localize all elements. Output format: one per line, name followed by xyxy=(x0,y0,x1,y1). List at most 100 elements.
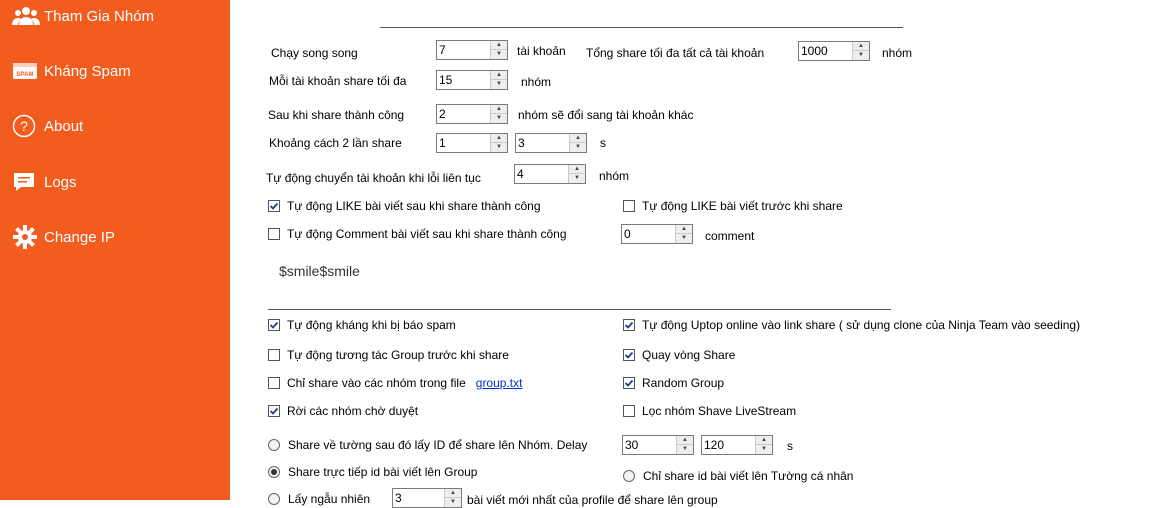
comment-count-stepper[interactable]: ▲▼ xyxy=(621,224,693,244)
spin-down-icon[interactable]: ▼ xyxy=(491,50,507,59)
only-file-groups-label: Chỉ share vào các nhóm trong file xyxy=(287,376,466,390)
delay-max-stepper[interactable]: ▲▼ xyxy=(701,435,773,455)
after-success-unit: nhóm sẽ đổi sang tài khoản khác xyxy=(518,108,694,122)
chat-icon xyxy=(12,170,40,194)
parallel-input[interactable] xyxy=(439,42,489,58)
checkbox-box[interactable] xyxy=(623,200,635,212)
total-share-input[interactable] xyxy=(801,43,851,59)
rotate-share-checkbox[interactable]: Quay vòng Share xyxy=(623,348,735,362)
spin-up-icon[interactable]: ▲ xyxy=(445,489,461,498)
rotate-share-label: Quay vòng Share xyxy=(642,348,736,362)
spin-down-icon[interactable]: ▼ xyxy=(676,234,692,243)
spin-up-icon[interactable]: ▲ xyxy=(491,134,507,143)
spin-up-icon[interactable]: ▲ xyxy=(677,436,693,445)
uptop-online-checkbox[interactable]: Tự động Uptop online vào link share ( sử… xyxy=(623,318,1080,332)
filter-livestream-checkbox[interactable]: Lọc nhóm Shave LiveStream xyxy=(623,404,796,418)
total-share-label: Tổng share tối đa tất cả tài khoản xyxy=(586,46,765,60)
delay-min-input[interactable] xyxy=(625,437,675,453)
interval-min-stepper[interactable]: ▲▼ xyxy=(436,133,508,153)
checkbox-box[interactable] xyxy=(268,377,280,389)
group-icon xyxy=(12,4,40,28)
group-file-link[interactable]: group.txt xyxy=(476,376,523,390)
spin-down-icon[interactable]: ▼ xyxy=(853,51,869,60)
random-group-checkbox[interactable]: Random Group xyxy=(623,376,724,390)
share-personal-wall-radio[interactable]: Chỉ share id bài viết lên Tường cá nhân xyxy=(623,469,853,483)
checkbox-box[interactable] xyxy=(623,405,635,417)
interval-min-input[interactable] xyxy=(439,135,489,151)
sidebar-item-anti-spam[interactable]: SPAM Kháng Spam xyxy=(12,56,131,86)
settings-panel: Chạy song song ▲▼ tài khoản Tổng share t… xyxy=(230,0,1170,508)
checkbox-box[interactable] xyxy=(623,349,635,361)
like-before-label: Tự động LIKE bài viết trước khi share xyxy=(642,199,843,213)
share-wall-label: Share về tường sau đó lấy ID để share lê… xyxy=(288,438,588,452)
spin-down-icon[interactable]: ▼ xyxy=(445,498,461,507)
radio-circle[interactable] xyxy=(268,439,280,451)
after-success-stepper[interactable]: ▲▼ xyxy=(436,104,508,124)
auto-switch-unit: nhóm xyxy=(599,169,630,183)
after-success-input[interactable] xyxy=(439,106,489,122)
per-account-stepper[interactable]: ▲▼ xyxy=(436,70,508,90)
sidebar-item-label: Logs xyxy=(44,173,77,191)
spin-up-icon[interactable]: ▲ xyxy=(853,42,869,51)
interact-group-checkbox[interactable]: Tự động tương tác Group trước khi share xyxy=(268,348,509,362)
parallel-stepper[interactable]: ▲▼ xyxy=(436,40,508,60)
question-icon: ? xyxy=(12,114,40,138)
checkbox-box[interactable] xyxy=(268,349,280,361)
random-profile-radio[interactable]: Lấy ngẫu nhiên xyxy=(268,492,370,506)
checkbox-box[interactable] xyxy=(268,228,280,240)
interact-group-label: Tự động tương tác Group trước khi share xyxy=(287,348,509,362)
leave-pending-checkbox[interactable]: Rời các nhóm chờ duyệt xyxy=(268,404,418,418)
sidebar: Tham Gia Nhóm SPAM Kháng Spam ? About Lo… xyxy=(0,0,230,500)
comment-text[interactable]: $smile$smile xyxy=(279,263,360,279)
spin-up-icon[interactable]: ▲ xyxy=(756,436,772,445)
like-before-checkbox[interactable]: Tự động LIKE bài viết trước khi share xyxy=(623,199,843,213)
spin-down-icon[interactable]: ▼ xyxy=(491,114,507,123)
delay-max-input[interactable] xyxy=(704,437,754,453)
sidebar-item-change-ip[interactable]: Change IP xyxy=(12,222,115,252)
checkbox-box[interactable] xyxy=(268,319,280,331)
spin-down-icon[interactable]: ▼ xyxy=(570,143,586,152)
spin-up-icon[interactable]: ▲ xyxy=(491,71,507,80)
filter-livestream-label: Lọc nhóm Shave LiveStream xyxy=(642,404,797,418)
spin-up-icon[interactable]: ▲ xyxy=(491,105,507,114)
total-share-stepper[interactable]: ▲▼ xyxy=(798,41,870,61)
spin-down-icon[interactable]: ▼ xyxy=(677,445,693,454)
delay-min-stepper[interactable]: ▲▼ xyxy=(622,435,694,455)
checkbox-box[interactable] xyxy=(623,319,635,331)
auto-switch-stepper[interactable]: ▲▼ xyxy=(514,164,586,184)
spin-up-icon[interactable]: ▲ xyxy=(491,41,507,50)
spin-up-icon[interactable]: ▲ xyxy=(570,134,586,143)
checkbox-box[interactable] xyxy=(268,200,280,212)
spin-down-icon[interactable]: ▼ xyxy=(491,80,507,89)
auto-switch-input[interactable] xyxy=(517,166,567,182)
share-wall-radio[interactable]: Share về tường sau đó lấy ID để share lê… xyxy=(268,438,587,452)
spin-down-icon[interactable]: ▼ xyxy=(569,174,585,183)
comment-count-input[interactable] xyxy=(624,226,674,242)
per-account-label: Mỗi tài khoản share tối đa xyxy=(269,74,407,88)
random-profile-stepper[interactable]: ▲▼ xyxy=(392,488,462,508)
spin-down-icon[interactable]: ▼ xyxy=(756,445,772,454)
only-file-groups-checkbox[interactable]: Chỉ share vào các nhóm trong file group.… xyxy=(268,376,522,390)
divider xyxy=(380,27,903,28)
interval-max-stepper[interactable]: ▲▼ xyxy=(515,133,587,153)
share-direct-group-radio[interactable]: Share trực tiếp id bài viết lên Group xyxy=(268,465,477,479)
random-profile-input[interactable] xyxy=(395,490,443,506)
sidebar-item-about[interactable]: ? About xyxy=(12,111,83,141)
per-account-input[interactable] xyxy=(439,72,489,88)
anti-spam-checkbox[interactable]: Tự động kháng khi bị báo spam xyxy=(268,318,456,332)
spin-up-icon[interactable]: ▲ xyxy=(676,225,692,234)
comment-unit: comment xyxy=(705,229,755,243)
radio-circle[interactable] xyxy=(268,493,280,505)
interval-max-input[interactable] xyxy=(518,135,568,151)
checkbox-box[interactable] xyxy=(268,405,280,417)
sidebar-item-logs[interactable]: Logs xyxy=(12,167,77,197)
checkbox-box[interactable] xyxy=(623,377,635,389)
spin-up-icon[interactable]: ▲ xyxy=(569,165,585,174)
sidebar-item-join-group[interactable]: Tham Gia Nhóm xyxy=(12,1,154,31)
parallel-label: Chạy song song xyxy=(271,46,358,60)
radio-circle[interactable] xyxy=(623,470,635,482)
spin-down-icon[interactable]: ▼ xyxy=(491,143,507,152)
comment-after-checkbox[interactable]: Tự động Comment bài viết sau khi share t… xyxy=(268,227,567,241)
radio-circle[interactable] xyxy=(268,466,280,478)
like-after-checkbox[interactable]: Tự động LIKE bài viết sau khi share thàn… xyxy=(268,199,541,213)
